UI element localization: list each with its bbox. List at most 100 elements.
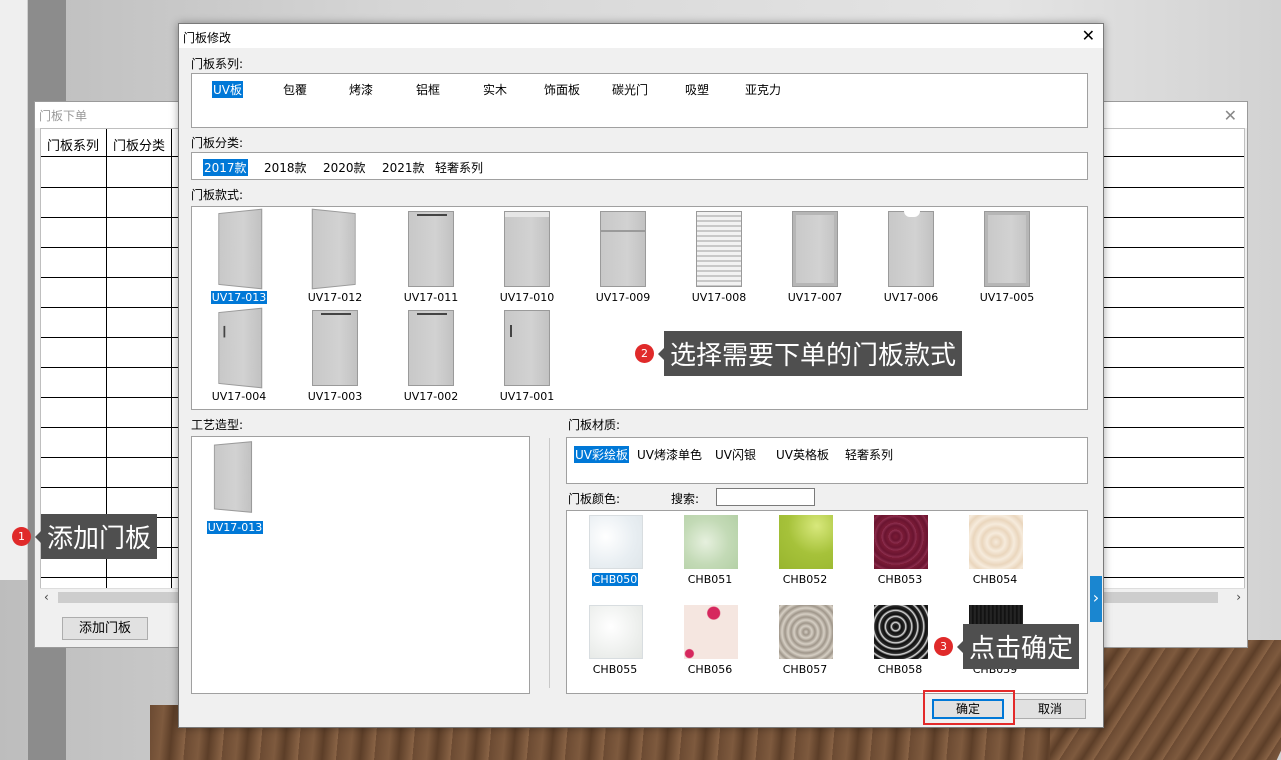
add-door-panel-button[interactable]: 添加门板 <box>62 617 148 640</box>
color-caption: CHB058 <box>877 663 923 676</box>
left-toolbar-strip <box>0 0 28 580</box>
color-swatch[interactable]: CHB057 <box>757 601 847 676</box>
craft-list: UV17-013 <box>191 436 530 694</box>
search-input[interactable] <box>716 488 815 506</box>
column-header-series[interactable]: 门板系列 <box>47 135 99 154</box>
category-label: 门板分类: <box>191 136 244 150</box>
close-icon[interactable]: ✕ <box>1224 106 1237 125</box>
material-option[interactable]: UV英格板 <box>775 446 830 463</box>
swatch-thumbnail <box>874 605 928 659</box>
color-swatch[interactable]: CHB055 <box>567 601 657 676</box>
series-option-uv[interactable]: UV板 <box>212 81 243 98</box>
color-swatch[interactable]: CHB058 <box>852 601 942 676</box>
style-tile[interactable]: UV17-007 <box>770 207 860 304</box>
color-swatch[interactable]: CHB051 <box>662 511 752 586</box>
style-caption: UV17-013 <box>210 291 268 304</box>
door-thumbnail <box>311 208 356 290</box>
style-tile[interactable]: UV17-004 <box>194 306 284 403</box>
door-thumbnail <box>600 211 646 287</box>
style-tile-uv17-013[interactable]: UV17-013 <box>194 207 284 304</box>
color-caption: CHB055 <box>592 663 638 676</box>
category-option-2017[interactable]: 2017款 <box>203 159 248 176</box>
style-caption: UV17-010 <box>499 291 555 304</box>
close-icon[interactable]: ✕ <box>1082 26 1095 45</box>
callout-number: 3 <box>934 637 953 656</box>
dialog-title: 门板修改 <box>183 31 232 45</box>
door-thumbnail <box>984 211 1030 287</box>
color-caption: CHB052 <box>782 573 828 586</box>
material-label: 门板材质: <box>568 418 621 432</box>
series-option[interactable]: 烤漆 <box>348 81 374 98</box>
swatch-thumbnail <box>589 605 643 659</box>
swatch-thumbnail <box>684 605 738 659</box>
scroll-left-icon[interactable]: ‹ <box>44 590 49 604</box>
material-option-uv-paint[interactable]: UV彩绘板 <box>574 446 629 463</box>
material-option[interactable]: UV闪银 <box>714 446 757 463</box>
door-thumbnail <box>218 208 263 290</box>
style-tile[interactable]: UV17-008 <box>674 207 764 304</box>
color-swatch[interactable]: CHB054 <box>947 511 1037 586</box>
style-tile[interactable]: UV17-011 <box>386 207 476 304</box>
craft-tile-uv17-013[interactable]: UV17-013 <box>190 439 280 535</box>
swatch-thumbnail <box>874 515 928 569</box>
color-caption: CHB050 <box>591 573 639 586</box>
door-thumbnail <box>696 211 742 287</box>
category-option[interactable]: 2018款 <box>263 159 308 176</box>
series-option[interactable]: 包覆 <box>282 81 308 98</box>
door-thumbnail <box>792 211 838 287</box>
craft-caption: UV17-013 <box>206 521 264 534</box>
style-tile[interactable]: UV17-003 <box>290 306 380 403</box>
chevron-right-icon[interactable]: › <box>1090 576 1102 622</box>
dialog-titlebar: 门板修改 ✕ <box>179 24 1103 48</box>
ok-button-highlight <box>923 690 1015 725</box>
color-swatch[interactable]: CHB052 <box>757 511 847 586</box>
door-thumbnail <box>504 211 550 287</box>
door-thumbnail <box>888 211 934 287</box>
style-caption: UV17-003 <box>307 390 363 403</box>
craft-label: 工艺造型: <box>191 418 244 432</box>
material-option[interactable]: 轻奢系列 <box>844 446 894 463</box>
door-thumbnail <box>504 310 550 386</box>
door-thumbnail <box>312 310 358 386</box>
style-tile[interactable]: UV17-006 <box>866 207 956 304</box>
style-tile[interactable]: UV17-005 <box>962 207 1052 304</box>
series-list: UV板 包覆 烤漆 铝框 实木 饰面板 碳光门 吸塑 亚克力 <box>191 73 1088 128</box>
series-option[interactable]: 铝框 <box>415 81 441 98</box>
style-tile[interactable]: UV17-009 <box>578 207 668 304</box>
series-option[interactable]: 吸塑 <box>684 81 710 98</box>
swatch-thumbnail <box>779 515 833 569</box>
style-caption: UV17-002 <box>403 390 459 403</box>
callout-1: 1 添加门板 <box>12 514 158 559</box>
callout-number: 2 <box>635 344 654 363</box>
category-list: 2017款 2018款 2020款 2021款 轻奢系列 <box>191 152 1088 180</box>
series-option[interactable]: 亚克力 <box>744 81 782 98</box>
cancel-button[interactable]: 取消 <box>1014 699 1086 719</box>
style-caption: UV17-011 <box>403 291 459 304</box>
color-caption: CHB053 <box>877 573 923 586</box>
style-caption: UV17-001 <box>499 390 555 403</box>
color-swatch[interactable]: CHB053 <box>852 511 942 586</box>
style-tile[interactable]: UV17-012 <box>290 207 380 304</box>
column-header-category[interactable]: 门板分类 <box>113 135 165 154</box>
color-swatch-chb050[interactable]: CHB050 <box>567 511 657 586</box>
scroll-right-icon[interactable]: › <box>1236 590 1241 604</box>
material-list: UV彩绘板 UV烤漆单色 UV闪银 UV英格板 轻奢系列 <box>566 437 1088 484</box>
door-thumbnail <box>408 211 454 287</box>
callout-2: 2 选择需要下单的门板款式 <box>635 331 963 376</box>
material-option[interactable]: UV烤漆单色 <box>636 446 703 463</box>
category-option[interactable]: 2020款 <box>322 159 367 176</box>
order-window-title: 门板下单 <box>39 109 88 123</box>
callout-text: 选择需要下单的门板款式 <box>664 331 963 376</box>
style-tile[interactable]: UV17-002 <box>386 306 476 403</box>
category-option[interactable]: 2021款 <box>381 159 426 176</box>
style-tile[interactable]: UV17-001 <box>482 306 572 403</box>
series-option[interactable]: 实木 <box>482 81 508 98</box>
series-option[interactable]: 碳光门 <box>611 81 649 98</box>
color-swatch[interactable]: CHB056 <box>662 601 752 676</box>
door-thumbnail <box>408 310 454 386</box>
color-caption: CHB051 <box>687 573 733 586</box>
category-option[interactable]: 轻奢系列 <box>434 159 484 176</box>
style-tile[interactable]: UV17-010 <box>482 207 572 304</box>
style-label: 门板款式: <box>191 188 244 202</box>
series-option[interactable]: 饰面板 <box>543 81 581 98</box>
